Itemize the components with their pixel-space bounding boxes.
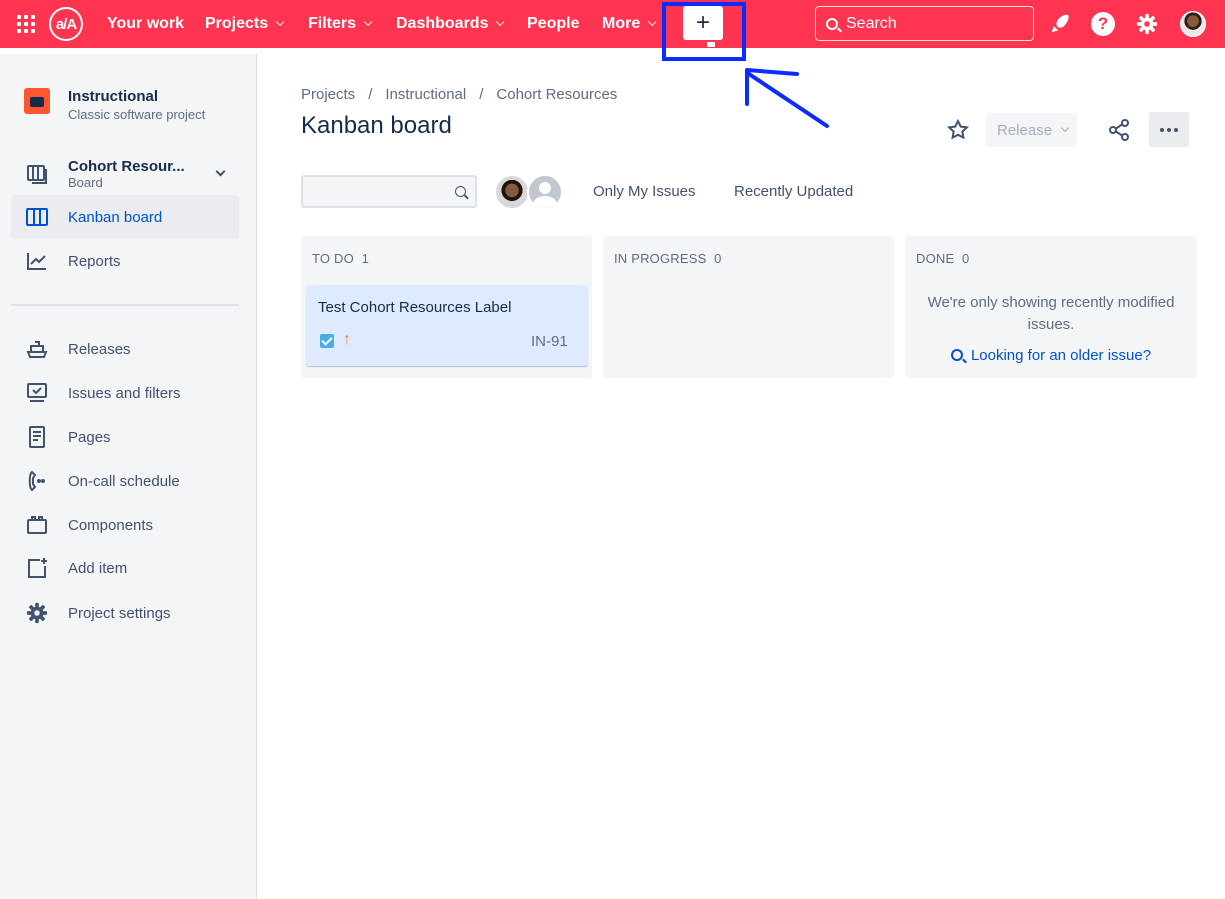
nav-dashboards[interactable]: Dashboards (396, 0, 505, 48)
search-icon (826, 17, 838, 30)
chevron-down-icon (496, 17, 505, 27)
chevron-down-icon (276, 17, 285, 27)
sidebar-item-components[interactable]: Components (11, 503, 239, 547)
search-placeholder: Search (846, 14, 897, 32)
star-icon[interactable] (946, 118, 970, 142)
column-header: DONE 0 (916, 251, 970, 266)
column-todo: TO DO 1 Test Cohort Resources Label ↑ IN… (301, 236, 592, 378)
notifications-icon[interactable] (1048, 12, 1072, 36)
sidebar-item-on-call-schedule[interactable]: On-call schedule (11, 459, 239, 503)
sidebar-item-issues-and-filters[interactable]: Issues and filters (11, 371, 239, 415)
sidebar-item-reports[interactable]: Reports (11, 239, 239, 283)
nav-projects[interactable]: Projects (205, 0, 285, 48)
sidebar-divider (11, 304, 239, 306)
profile-avatar[interactable] (1180, 11, 1206, 37)
breadcrumb: Projects / Instructional / Cohort Resour… (301, 86, 618, 103)
annotation-arrow-icon (745, 68, 829, 128)
gear-icon[interactable] (1135, 12, 1159, 36)
annotation-highlight-box (662, 2, 746, 61)
issue-key: IN-91 (531, 333, 568, 350)
sidebar-item-label: On-call schedule (68, 472, 180, 490)
sidebar-item-kanban-board[interactable]: Kanban board (11, 195, 239, 239)
search-input[interactable]: Search (815, 6, 1034, 41)
project-header[interactable]: Instructional Classic software project (24, 88, 205, 122)
sidebar-item-label: Project settings (68, 604, 171, 622)
sidebar-item-add-item[interactable]: Add item (11, 546, 239, 590)
board-sub-label: Board (68, 175, 103, 190)
sidebar-item-label: Add item (68, 559, 128, 577)
chevron-down-icon (363, 17, 373, 27)
project-name: Instructional (68, 88, 159, 105)
nav-indicator (745, 51, 785, 54)
issue-title: Test Cohort Resources Label (318, 299, 512, 316)
search-icon (950, 349, 963, 361)
older-issue-link[interactable]: Looking for an older issue? (905, 347, 1197, 364)
page-title: Kanban board (301, 112, 452, 139)
gear-icon (25, 601, 49, 625)
project-type: Classic software project (68, 107, 206, 122)
chart-icon (25, 249, 49, 273)
sidebar-item-pages[interactable]: Pages (11, 415, 239, 459)
app-switcher-icon[interactable] (14, 12, 38, 36)
filter-only-my-issues[interactable]: Only My Issues (593, 183, 696, 200)
breadcrumb-instructional[interactable]: Instructional (385, 86, 466, 103)
phone-icon (25, 469, 49, 493)
board-search-input[interactable] (301, 175, 477, 208)
sidebar-item-project-settings[interactable]: Project settings (11, 591, 239, 635)
board-name: Cohort Resour... (68, 158, 185, 175)
breadcrumb-cohort-resources[interactable]: Cohort Resources (496, 86, 617, 103)
issue-card[interactable]: Test Cohort Resources Label ↑ IN-91 (306, 285, 588, 366)
sidebar-item-releases[interactable]: Releases (11, 327, 239, 371)
nav-filters[interactable]: Filters (308, 0, 373, 48)
column-in-progress: IN PROGRESS 0 (603, 236, 894, 378)
project-sidebar: Instructional Classic software project C… (0, 54, 257, 899)
assignee-avatar[interactable] (494, 174, 530, 210)
filter-recently-updated[interactable]: Recently Updated (734, 183, 853, 200)
board-icon (25, 162, 49, 186)
column-done: DONE 0 We're only showing recently modif… (905, 236, 1197, 378)
priority-high-icon: ↑ (343, 331, 351, 348)
nav-more[interactable]: More (602, 0, 657, 48)
sidebar-item-label: Issues and filters (68, 384, 181, 402)
ship-icon (25, 337, 49, 361)
chevron-down-icon (1060, 123, 1070, 133)
help-icon[interactable]: ? (1091, 12, 1115, 36)
search-icon (455, 186, 466, 197)
breadcrumb-projects[interactable]: Projects (301, 86, 355, 103)
board-selector[interactable]: Cohort Resour... Board (11, 152, 239, 196)
column-header: IN PROGRESS 0 (614, 251, 722, 266)
sidebar-item-label: Releases (68, 340, 131, 358)
top-navigation: a/A Your work Projects Filters Dashboard… (0, 0, 1225, 48)
issues-icon (25, 381, 49, 405)
release-button[interactable]: Release (986, 113, 1077, 147)
task-type-icon (320, 334, 334, 348)
column-header: TO DO 1 (312, 251, 369, 266)
project-avatar-icon (24, 88, 50, 114)
sidebar-item-label: Pages (68, 428, 111, 446)
unassigned-avatar[interactable] (527, 174, 563, 210)
sidebar-item-label: Reports (68, 252, 121, 270)
page-icon (25, 425, 49, 449)
site-logo[interactable]: a/A (49, 7, 83, 41)
sidebar-item-label: Kanban board (68, 208, 163, 226)
done-column-message: We're only showing recently modified iss… (927, 294, 1175, 333)
sidebar-item-label: Components (68, 516, 154, 534)
share-icon[interactable] (1106, 117, 1132, 143)
nav-your-work[interactable]: Your work (107, 0, 184, 48)
chevron-down-icon (648, 17, 657, 27)
board-icon (25, 205, 49, 229)
more-actions-button[interactable] (1149, 112, 1189, 147)
nav-people[interactable]: People (527, 0, 579, 48)
chevron-down-icon (215, 166, 226, 177)
add-item-icon (25, 556, 49, 580)
component-icon (25, 513, 49, 537)
